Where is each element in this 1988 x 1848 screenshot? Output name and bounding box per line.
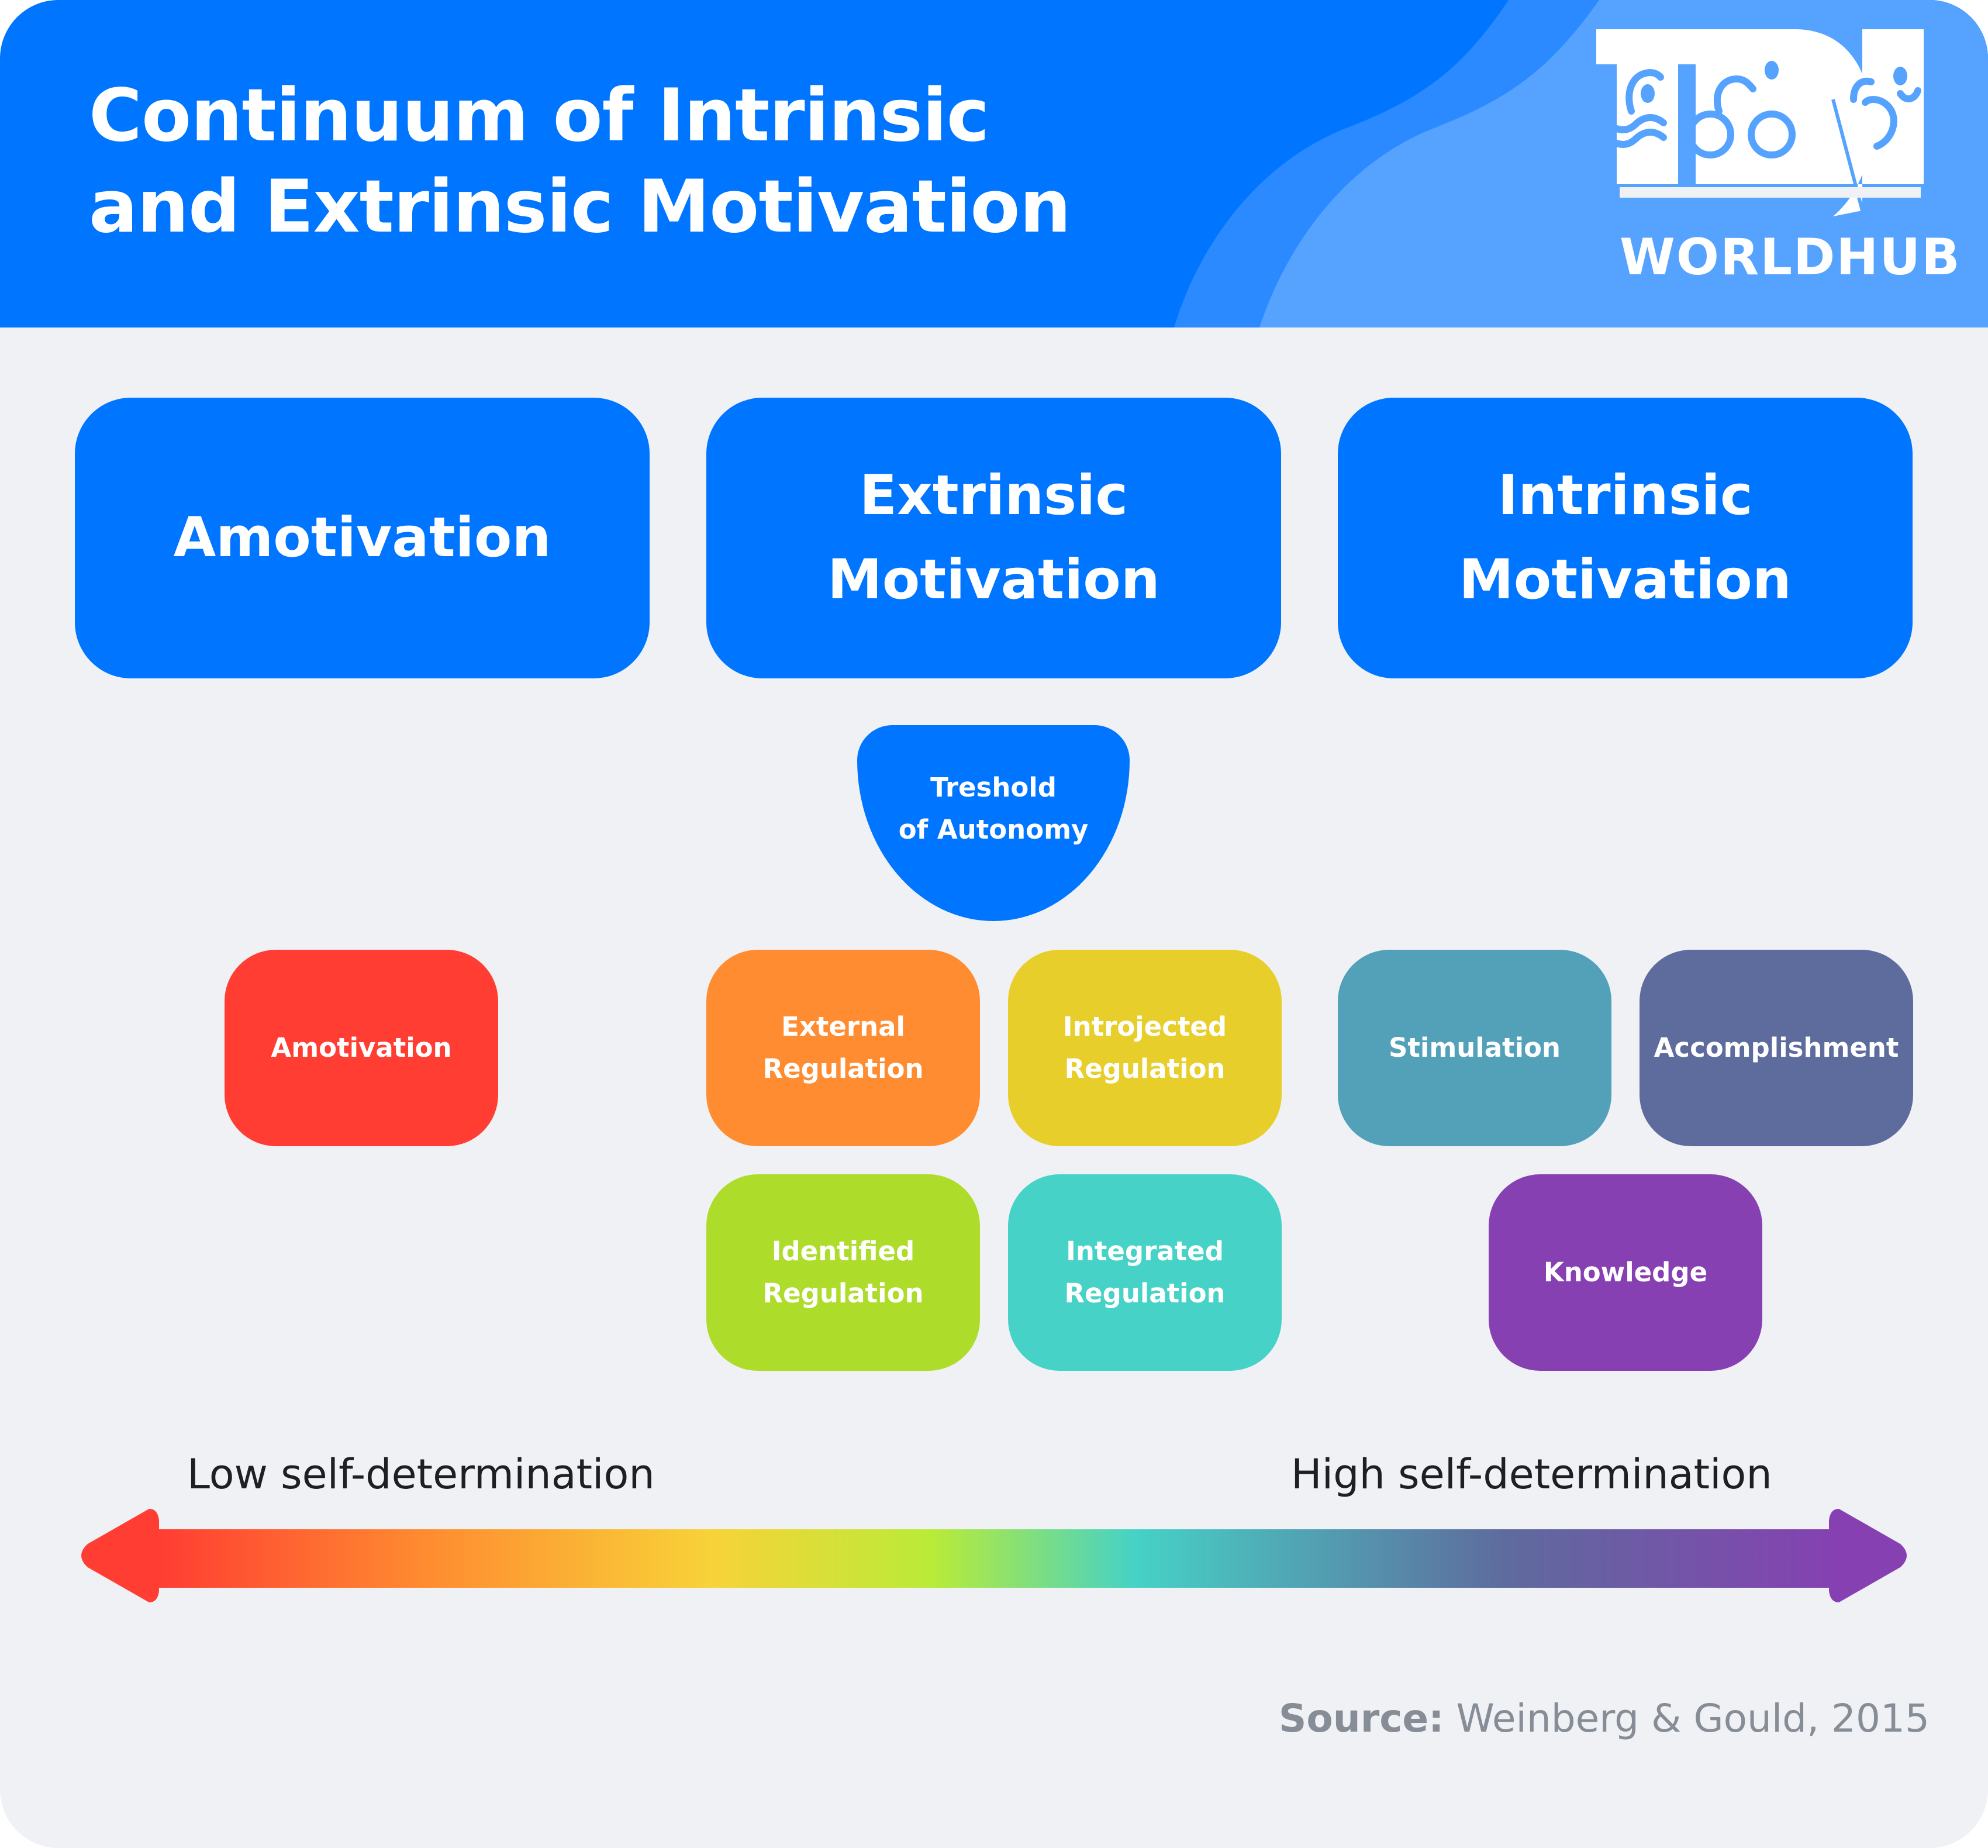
category-label: Extrinsic <box>859 464 1128 527</box>
regulation-label: Accomplishment <box>1654 1032 1899 1063</box>
source-text: Weinberg & Gould, 2015 <box>1444 1696 1930 1741</box>
category-label: Intrinsic <box>1497 464 1753 527</box>
regulation-external: External Regulation <box>706 950 980 1146</box>
header-banner: Continuum of Intrinsic and Extrinsic Mot… <box>0 0 1988 327</box>
threshold-line-2: of Autonomy <box>898 813 1089 845</box>
category-label: Motivation <box>1459 548 1792 612</box>
regulation-label: Introjected <box>1062 1011 1227 1042</box>
regulation-introjected: Introjected Regulation <box>1008 950 1282 1146</box>
category-label: Amotivation <box>173 506 551 570</box>
threshold-of-autonomy: Treshold of Autonomy <box>857 725 1130 921</box>
arrow-head-right <box>1829 1509 1907 1602</box>
regulation-amotivation: Amotivation <box>225 950 498 1146</box>
title-line-2: and Extrinsic Motivation <box>89 165 1071 249</box>
infographic-card: Continuum of Intrinsic and Extrinsic Mot… <box>0 0 1988 1848</box>
threshold-line-1: Treshold <box>930 771 1057 803</box>
regulation-label: Identified <box>771 1236 915 1267</box>
logo-text: WORLDHUB <box>1620 228 1961 287</box>
regulation-label: External <box>781 1011 905 1042</box>
regulation-label: Regulation <box>762 1278 924 1309</box>
high-self-determination-label: High self-determination <box>1291 1450 1772 1498</box>
regulation-identified: Identified Regulation <box>706 1174 980 1371</box>
regulation-label: Amotivation <box>271 1032 452 1063</box>
regulation-knowledge: Knowledge <box>1489 1174 1762 1371</box>
regulation-label: Regulation <box>1064 1278 1226 1309</box>
regulation-integrated: Integrated Regulation <box>1008 1174 1282 1371</box>
title-line-1: Continuum of Intrinsic <box>89 74 989 158</box>
regulation-label: Stimulation <box>1389 1032 1561 1063</box>
source-citation: Source: Weinberg & Gould, 2015 <box>1279 1696 1930 1741</box>
source-label: Source: <box>1278 1696 1444 1741</box>
page-title: Continuum of Intrinsic and Extrinsic Mot… <box>89 70 1071 253</box>
regulation-label: Knowledge <box>1543 1257 1708 1288</box>
arrow-bar <box>158 1529 1842 1588</box>
regulation-label: Regulation <box>1064 1053 1226 1084</box>
category-label: Motivation <box>827 548 1160 612</box>
arrow-head-left <box>81 1509 159 1602</box>
regulation-stimulation: Stimulation <box>1338 950 1611 1146</box>
self-determination-arrow <box>81 1509 1907 1602</box>
regulation-label: Integrated <box>1066 1236 1224 1267</box>
regulation-label: Regulation <box>762 1053 924 1084</box>
low-self-determination-label: Low self-determination <box>187 1450 655 1498</box>
category-extrinsic-motivation: Extrinsic Motivation <box>706 398 1281 678</box>
category-intrinsic-motivation: Intrinsic Motivation <box>1338 398 1913 678</box>
regulation-accomplishment: Accomplishment <box>1640 950 1913 1146</box>
category-amotivation: Amotivation <box>75 398 650 678</box>
